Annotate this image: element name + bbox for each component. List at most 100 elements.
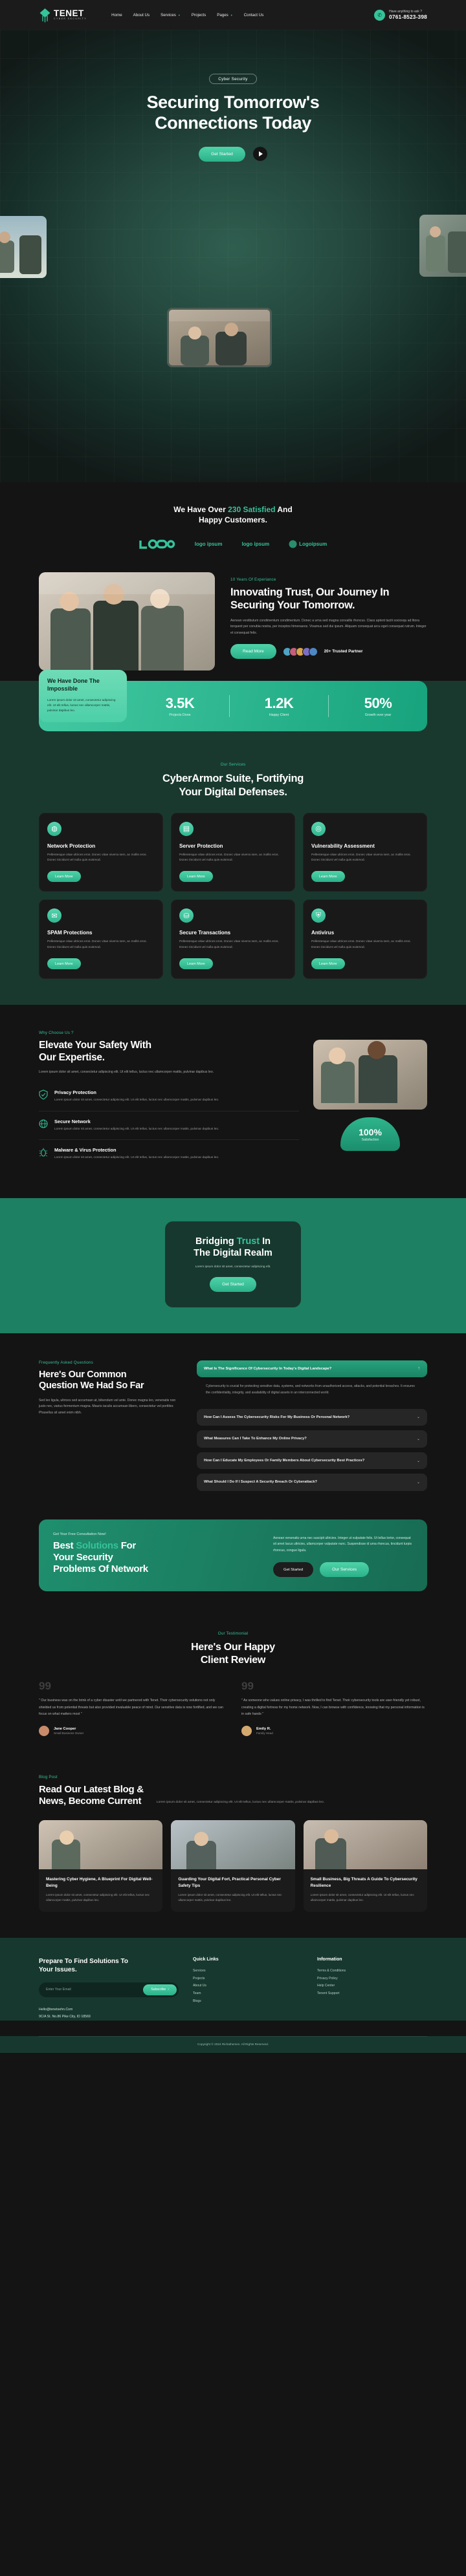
logo-subtitle: CYBER SECURITY [54, 17, 87, 21]
blog-card-1[interactable]: Mastering Cyber Hygiene, A Blueprint For… [39, 1820, 163, 1912]
shield-logo-icon [39, 8, 51, 23]
stats-highlight-card: We Have Done The Impossible Lorem ipsum … [39, 670, 127, 723]
play-icon [258, 151, 263, 157]
service-card-server-protection[interactable]: ▤ Server Protection Pellentesque vitae u… [171, 812, 295, 892]
testimonial-name: Jane Cooper [54, 1726, 76, 1731]
faq-question: What Measures Can I Take To Enhance My O… [204, 1437, 307, 1441]
arrow-right-icon: › [168, 1988, 169, 1992]
hero-play-video-button[interactable] [252, 147, 267, 162]
blog-card-body: Lorem ipsum dolor sit amet, consectetur … [310, 1893, 414, 1902]
why-title: Elevate Your Safety With Our Expertise. [39, 1040, 151, 1063]
service-learn-more-button[interactable]: Learn More [311, 871, 345, 883]
fingerprint-scan-icon: ◎ [311, 821, 326, 836]
hero-get-started-button[interactable]: Get Started [199, 146, 245, 162]
satisfaction-badge: 100% Satisfaction [340, 1117, 400, 1152]
footer-address: 9C/A St. No.86 Pike City, ID 18569 [39, 2014, 91, 2019]
blog-card-2[interactable]: Guarding Your Digital Fort, Practical Pe… [171, 1820, 295, 1912]
footer-link-blogs[interactable]: Blogs [193, 1998, 303, 2006]
services-grid: ◍ Network Protection Pellentesque vitae … [39, 812, 427, 980]
footer-contact: Hello@tenetsehn.Com 9C/A St. No.86 Pike … [39, 2006, 179, 2021]
service-learn-more-button[interactable]: Learn More [179, 871, 213, 883]
blog-card-3[interactable]: Small Business, Big Threats A Guide To C… [303, 1820, 427, 1912]
service-card-network-protection[interactable]: ◍ Network Protection Pellentesque vitae … [39, 812, 163, 892]
why-body: Lorem ipsum dolor sit amet, consectetur … [39, 1070, 214, 1075]
footer-link-privacy[interactable]: Privacy Policy [317, 1975, 427, 1983]
stats-card-title: We Have Done The Impossible [47, 678, 100, 692]
consultation-body: Aenean venenatis urna nec suscipit ultri… [273, 1536, 412, 1552]
why-choose-us-section: Why Choose Us ? Elevate Your Safety With… [0, 1005, 466, 1199]
hero-photo-left [0, 216, 47, 278]
footer-link-terms[interactable]: Terms & Conditions [317, 1968, 427, 1975]
faq-item-1[interactable]: How Can I Assess The Cybersecurity Risks… [197, 1408, 427, 1426]
phone-number: 0761-8523-398 [389, 14, 427, 20]
footer-link-about-us[interactable]: About Us [193, 1982, 303, 1990]
faq-item-3[interactable]: How Can I Educate My Employees Or Family… [197, 1452, 427, 1470]
nav-item-home[interactable]: Home [111, 13, 122, 17]
service-body: Pellentesque vitae ultrices eros. Donec … [179, 853, 279, 863]
landing-page: TENET CYBER SECURITY Home About Us Servi… [0, 0, 466, 2053]
feature-title: Privacy Protection [54, 1089, 96, 1095]
service-learn-more-button[interactable]: Learn More [47, 871, 81, 883]
client-logo-row: logo ipsum logo ipsum Logoipsum [0, 539, 466, 550]
newsletter-form: Subscribe › [39, 1982, 179, 1997]
client-logo-3: logo ipsum [241, 541, 270, 548]
nav-item-services[interactable]: Services ▼ [161, 13, 181, 17]
about-read-more-button[interactable]: Read More [230, 644, 276, 660]
service-learn-more-button[interactable]: Learn More [311, 958, 345, 970]
service-card-vulnerability-assessment[interactable]: ◎ Vulnerability Assessment Pellentesque … [303, 812, 427, 892]
consultation-our-services-button[interactable]: Our Services [320, 1562, 370, 1578]
footer-col-quick-links: Quick Links Services Projects About Us T… [193, 1957, 303, 2021]
customers-section: We Have Over 230 Satisfied And Happy Cus… [0, 482, 466, 566]
logo-name: TENET [54, 8, 84, 18]
faq-section: Frequently Asked Questions Here's Our Co… [0, 1333, 466, 1510]
service-card-spam-protections[interactable]: ✉ SPAM Protections Pellentesque vitae ul… [39, 899, 163, 980]
faq-item-4[interactable]: What Should I Do If I Suspect A Security… [197, 1474, 427, 1491]
service-body: Pellentesque vitae ultrices eros. Donec … [311, 940, 411, 950]
feature-body: Lorem ipsum dolor sit amet, consectetur … [54, 1098, 219, 1102]
service-card-secure-transactions[interactable]: ⛁ Secure Transactions Pellentesque vitae… [171, 899, 295, 980]
blog-card-body: Lorem ipsum dolor sit amet, consectetur … [46, 1893, 150, 1902]
footer-link-team[interactable]: Team [193, 1990, 303, 1998]
service-title: SPAM Protections [47, 930, 93, 936]
chevron-down-icon: ⌄ [416, 1459, 420, 1463]
header-phone[interactable]: ✆ Have anything to ask ? 0761-8523-398 [374, 9, 427, 21]
faq-answer: Cybersecurity is crucial for protecting … [206, 1384, 415, 1395]
consultation-get-started-button[interactable]: Get Started [273, 1562, 314, 1578]
client-logo-1 [139, 539, 175, 550]
service-body: Pellentesque vitae ultrices eros. Donec … [179, 940, 279, 950]
faq-item-2[interactable]: What Measures Can I Take To Enhance My O… [197, 1430, 427, 1448]
bridging-get-started-button[interactable]: Get Started [210, 1276, 256, 1292]
footer-email[interactable]: Hello@tenetsehn.Com [39, 2006, 179, 2013]
testimonial-role: Family Head [256, 1732, 273, 1735]
hero-photo-right [419, 215, 466, 277]
service-learn-more-button[interactable]: Learn More [179, 958, 213, 970]
blog-card-title: Guarding Your Digital Fort, Practical Pe… [178, 1877, 281, 1888]
stat-happy-client: 1.2K Happy Client [229, 695, 328, 718]
feature-body: Lorem ipsum dolor sit amet, consectetur … [54, 1127, 219, 1131]
nav-item-projects[interactable]: Projects [192, 13, 206, 17]
service-card-antivirus[interactable]: ⛨ Antivirus Pellentesque vitae ultrices … [303, 899, 427, 980]
footer-link-services[interactable]: Services [193, 1968, 303, 1975]
newsletter-subscribe-button[interactable]: Subscribe › [143, 1984, 177, 1995]
newsletter-email-input[interactable] [46, 1988, 140, 1992]
nav-item-about-us[interactable]: About Us [133, 13, 150, 17]
testimonials-title: Here's Our Happy Client Review [191, 1642, 275, 1666]
shield-check-icon [39, 1089, 49, 1104]
service-title: Network Protection [47, 843, 96, 849]
stats-section: 3.5K Projects Done 1.2K Happy Client 50%… [0, 670, 466, 760]
footer-link-help-center[interactable]: Help Center [317, 1982, 427, 1990]
nav-item-pages[interactable]: Pages ▼ [217, 13, 233, 17]
footer-link-projects[interactable]: Projects [193, 1975, 303, 1983]
feature-privacy-protection: Privacy Protection Lorem ipsum dolor sit… [39, 1082, 299, 1111]
nav-item-contact-us[interactable]: Contact Us [244, 13, 264, 17]
bridging-body: Lorem ipsum dolor sit amet, consectetur … [195, 1265, 271, 1269]
brand-logo[interactable]: TENET CYBER SECURITY [39, 8, 87, 23]
service-learn-more-button[interactable]: Learn More [47, 958, 81, 970]
client-logo-4: Logoipsum [289, 540, 327, 548]
feature-secure-network: Secure Network Lorem ipsum dolor sit ame… [39, 1111, 299, 1141]
faq-item-open[interactable]: What Is The Significance Of Cybersecurit… [197, 1360, 427, 1378]
site-header: TENET CYBER SECURITY Home About Us Servi… [0, 0, 466, 30]
footer-link-support[interactable]: Tenent Support [317, 1990, 427, 1998]
consultation-card: Get Your Free Consultation Now! Best Sol… [39, 1519, 427, 1592]
shield-virus-icon: ⛨ [311, 908, 326, 923]
